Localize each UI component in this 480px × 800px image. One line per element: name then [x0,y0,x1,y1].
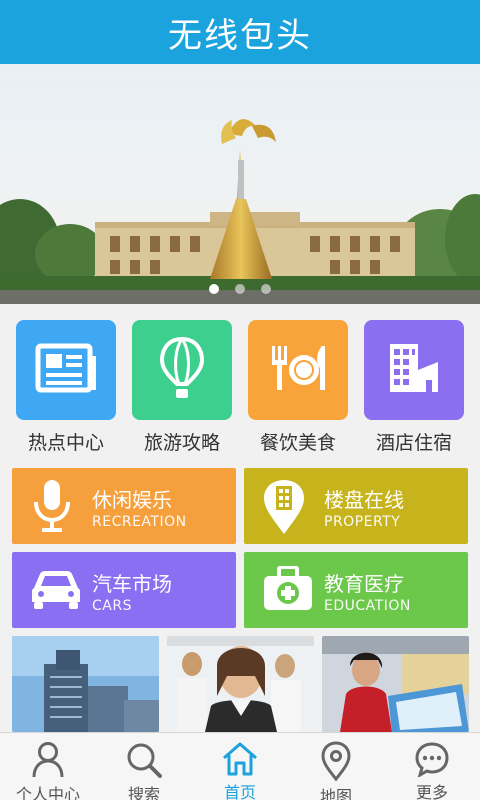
person-icon [31,741,65,779]
card-subtitle: RECREATION [92,514,187,530]
carousel-dot[interactable] [261,284,271,294]
card-education[interactable]: 教育医疗 EDUCATION [244,552,468,628]
category-grid: 热点中心 旅游攻略 餐饮美食 酒店住宿 [0,320,480,456]
app-title: 无线包头 [168,15,312,56]
category-label: 餐饮美食 [259,432,336,454]
balloon-icon [159,336,205,404]
card-property[interactable]: 楼盘在线 PROPERTY [244,468,468,544]
card-title: 教育医疗 [324,572,404,596]
more-icon [414,741,450,777]
carousel-dot[interactable] [209,284,219,294]
photo-city-buildings[interactable] [12,636,159,732]
carousel-indicators [0,284,480,294]
microphone-icon [30,478,74,538]
category-food[interactable] [248,320,348,420]
banner-image [0,64,480,304]
category-label: 旅游攻略 [143,432,220,454]
tab-search[interactable]: 搜索 [96,733,192,800]
category-hotel[interactable] [364,320,464,420]
card-title: 楼盘在线 [324,488,404,512]
card-recreation[interactable]: 休闲娱乐 RECREATION [12,468,236,544]
tab-home[interactable]: 首页 [192,733,288,800]
banner-carousel[interactable] [0,64,480,304]
tab-more[interactable]: 更多 [384,733,480,800]
tab-personal-center[interactable]: 个人中心 [0,733,96,800]
app-header: 无线包头 [0,0,480,64]
card-cars[interactable]: 汽车市场 CARS [12,552,236,628]
car-icon [30,568,82,614]
medical-kit-icon [262,565,314,616]
category-label: 热点中心 [27,432,104,454]
tab-label: 搜索 [127,785,160,800]
photo-business-people[interactable] [167,636,314,732]
photo-touchscreen-kiosk[interactable] [322,636,469,732]
dining-icon [266,342,330,398]
card-title: 汽车市场 [92,572,172,596]
tab-map[interactable]: 地图 [288,733,384,800]
category-label: 酒店住宿 [375,432,452,454]
home-icon [221,741,259,777]
tab-label: 地图 [319,787,352,800]
tab-label: 首页 [223,783,256,800]
photo-strip [12,636,469,732]
bottom-tab-bar: 个人中心 搜索 首页 地图 更多 [0,732,480,800]
location-building-icon [262,478,306,540]
hotel-icon [386,340,442,400]
carousel-dot[interactable] [235,284,245,294]
category-travel[interactable] [132,320,232,420]
card-subtitle: PROPERTY [324,514,401,530]
tab-label: 个人中心 [15,785,80,800]
card-subtitle: CARS [92,598,132,614]
card-subtitle: EDUCATION [324,598,411,614]
map-pin-icon [320,741,352,781]
search-icon [125,741,163,779]
tab-label: 更多 [415,783,448,800]
category-news[interactable] [16,320,116,420]
card-title: 休闲娱乐 [92,488,172,512]
newspaper-icon [34,342,98,398]
